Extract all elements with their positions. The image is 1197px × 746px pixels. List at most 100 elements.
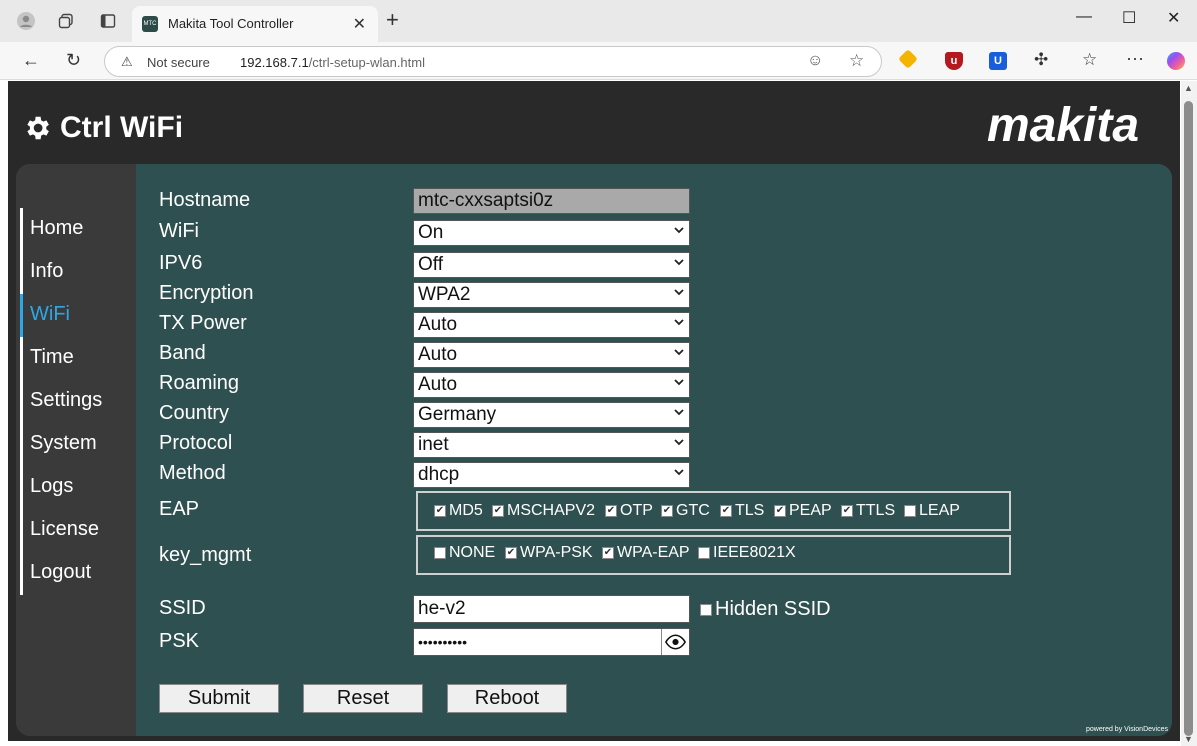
psk-label: PSK xyxy=(159,630,200,652)
workspaces-icon[interactable] xyxy=(56,11,76,31)
eap-ttls-checkbox[interactable]: ✔ TTLS xyxy=(841,502,895,520)
browser-tabstrip: MTC Makita Tool Controller ✕ + — ☐ ✕ xyxy=(0,0,1197,42)
sidebar-menu: Home Info WiFi Time Settings System Logs… xyxy=(20,208,136,595)
page-scrollbar[interactable]: ▲ ▼ xyxy=(1181,81,1197,746)
gear-icon xyxy=(27,116,49,140)
bitwarden-icon[interactable]: U xyxy=(989,52,1007,70)
ublock-icon[interactable]: u xyxy=(945,52,963,70)
back-icon[interactable]: ← xyxy=(22,50,40,71)
key-mgmt-wpa-psk-checkbox[interactable]: ✔ WPA-PSK xyxy=(505,544,593,562)
window-close-icon[interactable]: ✕ xyxy=(1167,8,1180,28)
chevron-down-icon xyxy=(674,379,684,386)
psk-input[interactable]: •••••••••• xyxy=(413,628,690,656)
country-select[interactable]: Germany xyxy=(413,402,690,428)
copilot-icon[interactable] xyxy=(1167,52,1185,70)
eap-otp-checkbox[interactable]: ✔ OTP xyxy=(605,502,653,520)
profile-icon[interactable] xyxy=(16,11,36,31)
chevron-down-icon xyxy=(674,289,684,296)
sidebar-item-settings[interactable]: Settings xyxy=(23,380,136,423)
close-tab-icon[interactable]: ✕ xyxy=(353,14,366,34)
ipv6-select[interactable]: Off xyxy=(413,252,690,278)
ipv6-label: IPV6 xyxy=(159,252,203,274)
eap-tls-checkbox[interactable]: ✔ TLS xyxy=(720,502,764,520)
key-mgmt-none-checkbox[interactable]: NONE xyxy=(434,544,495,562)
sidebar-item-info[interactable]: Info xyxy=(23,251,136,294)
submit-button[interactable]: Submit xyxy=(159,684,279,713)
protocol-label: Protocol xyxy=(159,432,233,454)
tx-power-label: TX Power xyxy=(159,312,247,334)
tab-favicon-icon: MTC xyxy=(142,16,158,32)
reload-icon[interactable]: ↻ xyxy=(66,50,81,71)
chevron-down-icon xyxy=(674,469,684,476)
hidden-ssid-checkbox[interactable]: Hidden SSID xyxy=(700,598,831,621)
minimize-icon[interactable]: — xyxy=(1076,8,1092,26)
show-password-eye-icon[interactable] xyxy=(661,629,689,655)
page-actions-icon[interactable]: ☺ xyxy=(807,52,823,70)
ssid-label: SSID xyxy=(159,597,206,619)
sidebar-item-system[interactable]: System xyxy=(23,423,136,466)
eap-leap-checkbox[interactable]: LEAP xyxy=(904,502,960,520)
security-label[interactable]: Not secure xyxy=(147,55,210,70)
chevron-down-icon xyxy=(674,259,684,266)
sidebar-item-wifi[interactable]: WiFi xyxy=(20,294,136,337)
roaming-label: Roaming xyxy=(159,372,240,394)
encryption-label: Encryption xyxy=(159,282,254,304)
protocol-select[interactable]: inet xyxy=(413,432,690,458)
sidebar-item-logs[interactable]: Logs xyxy=(23,466,136,509)
reset-button[interactable]: Reset xyxy=(303,684,423,713)
country-label: Country xyxy=(159,402,230,424)
tab-title: Makita Tool Controller xyxy=(168,16,294,31)
eap-md5-checkbox[interactable]: ✔ MD5 xyxy=(434,502,483,520)
scrollbar-thumb[interactable] xyxy=(1184,101,1193,736)
url-text[interactable]: 192.168.7.1/ctrl-setup-wlan.html xyxy=(240,55,425,70)
eap-mschapv2-checkbox[interactable]: ✔ MSCHAPV2 xyxy=(492,502,595,520)
chevron-down-icon xyxy=(674,349,684,356)
powered-by-text: powered by VisionDevices xyxy=(1086,726,1168,733)
tab-makita-tool-controller[interactable]: MTC Makita Tool Controller ✕ xyxy=(132,6,378,42)
scroll-up-icon[interactable]: ▲ xyxy=(1184,83,1193,93)
sidebar-item-time[interactable]: Time xyxy=(23,337,136,380)
warning-icon[interactable]: ⚠ xyxy=(121,54,133,70)
ssid-input[interactable]: he-v2 xyxy=(413,595,690,623)
key-mgmt-wpa-eap-checkbox[interactable]: ✔ WPA-EAP xyxy=(602,544,690,562)
extensions-puzzle-icon[interactable]: ✣ xyxy=(1034,50,1048,70)
eap-label: EAP xyxy=(159,498,200,520)
band-label: Band xyxy=(159,342,206,364)
favorites-icon[interactable]: ☆ xyxy=(1082,50,1097,70)
tab-actions-icon[interactable] xyxy=(98,11,118,31)
method-select[interactable]: dhcp xyxy=(413,462,690,488)
wifi-select[interactable]: On xyxy=(413,220,690,246)
sidebar-item-home[interactable]: Home xyxy=(23,208,136,251)
eap-gtc-checkbox[interactable]: ✔ GTC xyxy=(661,502,710,520)
key-mgmt-ieee8021x-checkbox[interactable]: IEEE8021X xyxy=(698,544,796,562)
extension-diamond-icon[interactable] xyxy=(898,49,918,69)
maximize-icon[interactable]: ☐ xyxy=(1122,8,1136,28)
band-select[interactable]: Auto xyxy=(413,342,690,368)
more-menu-icon[interactable]: ··· xyxy=(1126,48,1144,69)
wifi-label: WiFi xyxy=(159,220,199,242)
key-mgmt-fieldset: NONE ✔ WPA-PSK ✔ WPA-EAP IEEE8021X xyxy=(416,535,1011,575)
svg-text:makita: makita xyxy=(987,101,1139,147)
new-tab-icon[interactable]: + xyxy=(386,9,399,31)
favorite-star-icon[interactable]: ☆ xyxy=(849,51,864,71)
encryption-select[interactable]: WPA2 xyxy=(413,282,690,308)
browser-toolbar: ← ↻ ⚠ Not secure 192.168.7.1/ctrl-setup-… xyxy=(0,42,1197,80)
key-mgmt-label: key_mgmt xyxy=(159,544,252,566)
sidebar-item-license[interactable]: License xyxy=(23,509,136,552)
page-body: Ctrl WiFi makita Home Info WiFi Time Set… xyxy=(8,81,1180,741)
roaming-select[interactable]: Auto xyxy=(413,372,690,398)
address-bar[interactable]: ⚠ Not secure 192.168.7.1/ctrl-setup-wlan… xyxy=(104,46,882,77)
page-title: Ctrl WiFi xyxy=(22,111,183,145)
sidebar-item-logout[interactable]: Logout xyxy=(23,552,136,595)
eap-fieldset: ✔ MD5 ✔ MSCHAPV2 ✔ OTP ✔ GTC ✔ TLS ✔ PEAP ✔ TTL… xyxy=(416,491,1011,531)
chevron-down-icon xyxy=(674,227,684,234)
chevron-down-icon xyxy=(674,409,684,416)
hostname-label: Hostname xyxy=(159,189,251,211)
method-label: Method xyxy=(159,462,226,484)
scroll-down-icon[interactable]: ▼ xyxy=(1184,734,1193,744)
reboot-button[interactable]: Reboot xyxy=(447,684,567,713)
eap-peap-checkbox[interactable]: ✔ PEAP xyxy=(774,502,832,520)
chevron-down-icon xyxy=(674,319,684,326)
tx-power-select[interactable]: Auto xyxy=(413,312,690,338)
hostname-field: mtc-cxxsaptsi0z xyxy=(413,188,690,214)
